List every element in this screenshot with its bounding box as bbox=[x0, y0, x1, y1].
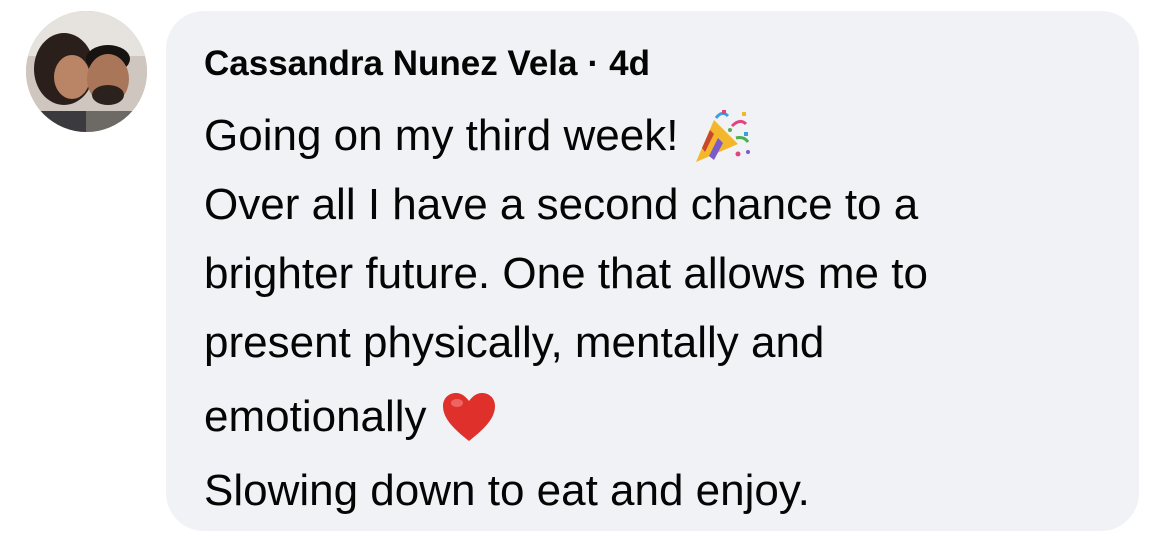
comment-header: Cassandra Nunez Vela · 4d bbox=[204, 43, 1101, 85]
comment-line-text: emotionally bbox=[204, 392, 427, 441]
comment-line-text: Going on my third week! bbox=[204, 111, 679, 160]
comment-line: brighter future. One that allows me to bbox=[204, 239, 1101, 308]
comment-line-text: Slowing down to eat and enjoy. bbox=[204, 466, 810, 515]
comment-line: present physically, mentally and bbox=[204, 308, 1101, 377]
author-name[interactable]: Cassandra Nunez Vela bbox=[204, 43, 578, 85]
comment-line-text: brighter future. One that allows me to bbox=[204, 249, 928, 298]
avatar[interactable] bbox=[26, 11, 147, 132]
avatar-photo bbox=[26, 11, 147, 132]
comment-line: emotionally bbox=[204, 377, 1101, 456]
red-heart-icon bbox=[441, 391, 497, 443]
comment-body: Going on my third week! Over all I have … bbox=[204, 101, 1101, 525]
separator-dot: · bbox=[587, 44, 600, 83]
comment-line: Going on my third week! bbox=[204, 101, 1101, 170]
comment-line-text: Over all I have a second chance to a bbox=[204, 180, 919, 229]
comment-line: Slowing down to eat and enjoy. bbox=[204, 456, 1101, 525]
comment-line-text: present physically, mentally and bbox=[204, 318, 825, 367]
comment-line: Over all I have a second chance to a bbox=[204, 170, 1101, 239]
party-popper-icon bbox=[692, 108, 752, 164]
comment-bubble: Cassandra Nunez Vela · 4d Going on my th… bbox=[166, 11, 1139, 531]
timestamp[interactable]: 4d bbox=[609, 43, 650, 85]
